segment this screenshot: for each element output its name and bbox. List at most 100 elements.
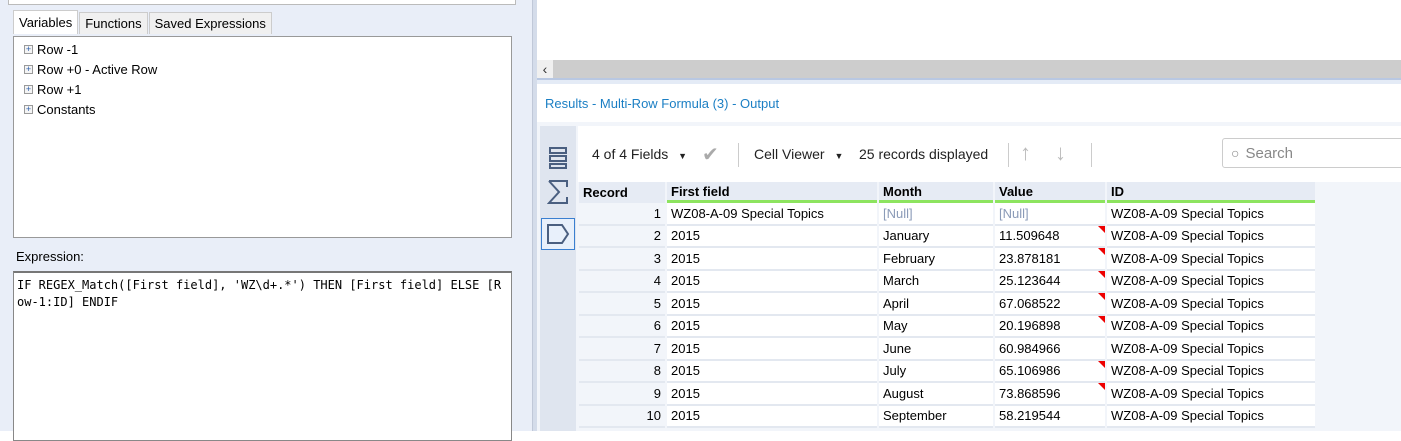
table-row[interactable]: 3 2015 February 23.878181 WZ08-A-09 Special … <box>579 248 1315 271</box>
tree-node-label: Row +1 <box>37 81 82 97</box>
cell-text: WZ08-A-09 Special Topics <box>1111 228 1264 244</box>
column-header-id[interactable]: ID <box>1107 182 1315 203</box>
record-cell[interactable]: 5 <box>579 293 665 316</box>
cell-text: April <box>883 295 910 311</box>
arrow-up-icon[interactable]: ↑ <box>1020 140 1031 166</box>
record-cell[interactable]: 3 <box>579 248 665 271</box>
first-field-cell[interactable]: 2015 <box>667 383 877 406</box>
month-cell[interactable]: February <box>879 248 993 271</box>
arrow-down-icon[interactable]: ↓ <box>1055 140 1066 166</box>
month-cell[interactable]: August <box>879 383 993 406</box>
tree-node-row-plus-1[interactable]: + Row +1 <box>24 79 81 99</box>
tab-variables[interactable]: Variables <box>13 10 79 34</box>
table-row[interactable]: 5 2015 April 67.068522 WZ08-A-09 Special Top… <box>579 293 1315 316</box>
column-header-first-field[interactable]: First field <box>667 182 877 203</box>
value-cell[interactable]: 25.123644 <box>995 270 1105 293</box>
month-cell[interactable]: June <box>879 338 993 361</box>
fields-dropdown[interactable]: 4 of 4 Fields ▼ <box>592 146 687 162</box>
tab-functions[interactable]: Functions <box>79 12 148 34</box>
id-cell[interactable]: WZ08-A-09 Special Topics <box>1107 315 1315 338</box>
id-cell[interactable]: WZ08-A-09 Special Topics <box>1107 203 1315 226</box>
checkmark-icon[interactable]: ✔ <box>702 142 719 167</box>
month-cell[interactable]: May <box>879 315 993 338</box>
table-row[interactable]: 4 2015 March 25.123644 WZ08-A-09 Special Top… <box>579 270 1315 293</box>
value-cell[interactable]: 60.984966 <box>995 338 1105 361</box>
list-view-icon[interactable] <box>541 142 575 174</box>
record-cell[interactable]: 10 <box>579 405 665 428</box>
value-cell[interactable]: 67.068522 <box>995 293 1105 316</box>
search-input[interactable]: ○ Search <box>1222 138 1401 168</box>
month-cell[interactable]: January <box>879 225 993 248</box>
tag-icon[interactable] <box>541 218 575 250</box>
value-cell[interactable]: [Null] <box>995 203 1105 226</box>
value-cell[interactable]: 65.106986 <box>995 360 1105 383</box>
record-cell[interactable]: 6 <box>579 315 665 338</box>
tree-node-row-minus-1[interactable]: + Row -1 <box>24 39 78 59</box>
first-field-cell[interactable]: 2015 <box>667 315 877 338</box>
record-cell[interactable]: 9 <box>579 383 665 406</box>
value-cell[interactable]: 73.868596 <box>995 383 1105 406</box>
id-cell[interactable]: WZ08-A-09 Special Topics <box>1107 360 1315 383</box>
record-cell[interactable]: 7 <box>579 338 665 361</box>
record-cell[interactable]: 4 <box>579 270 665 293</box>
cell-text: 4 <box>653 273 661 289</box>
cell-text: [Null] <box>999 205 1029 221</box>
expand-icon[interactable]: + <box>24 64 33 74</box>
column-header-record[interactable]: Record <box>579 182 665 203</box>
id-cell[interactable]: WZ08-A-09 Special Topics <box>1107 225 1315 248</box>
value-cell[interactable]: 20.196898 <box>995 315 1105 338</box>
tree-node-constants[interactable]: + Constants <box>24 99 96 119</box>
tree-node-active-row[interactable]: + Row +0 - Active Row <box>24 59 157 79</box>
cell-viewer-dropdown[interactable]: Cell Viewer ▼ <box>754 146 843 162</box>
cell-text: WZ08-A-09 Special Topics <box>671 205 824 221</box>
tab-saved-expressions[interactable]: Saved Expressions <box>148 12 272 34</box>
value-cell[interactable]: 58.219544 <box>995 405 1105 428</box>
first-field-cell[interactable]: WZ08-A-09 Special Topics <box>667 203 877 226</box>
scroll-left-icon[interactable]: ‹ <box>537 60 553 78</box>
record-cell[interactable]: 1 <box>579 203 665 226</box>
first-field-cell[interactable]: 2015 <box>667 405 877 428</box>
sigma-icon[interactable] <box>541 176 575 208</box>
horizontal-scrollbar[interactable]: ‹ <box>537 60 1401 78</box>
table-row[interactable]: 2 2015 January 11.509648 WZ08-A-09 Special T… <box>579 225 1315 248</box>
id-cell[interactable]: WZ08-A-09 Special Topics <box>1107 293 1315 316</box>
cell-text: WZ08-A-09 Special Topics <box>1111 385 1264 401</box>
cell-text: June <box>883 340 912 356</box>
first-field-cell[interactable]: 2015 <box>667 225 877 248</box>
month-cell[interactable]: April <box>879 293 993 316</box>
id-cell[interactable]: WZ08-A-09 Special Topics <box>1107 405 1315 428</box>
cell-text: 73.868596 <box>999 385 1061 401</box>
id-cell[interactable]: WZ08-A-09 Special Topics <box>1107 248 1315 271</box>
expand-icon[interactable]: + <box>24 104 33 114</box>
variables-tree: + Row -1 + Row +0 - Active Row + Row +1 + Co… <box>13 36 512 238</box>
table-row[interactable]: 1 WZ08-A-09 Special Topics [Null] [Null] WZ0… <box>579 203 1315 226</box>
id-cell[interactable]: WZ08-A-09 Special Topics <box>1107 338 1315 361</box>
table-row[interactable]: 9 2015 August 73.868596 WZ08-A-09 Special To… <box>579 383 1315 406</box>
table-row[interactable]: 8 2015 July 65.106986 WZ08-A-09 Special Topi… <box>579 360 1315 383</box>
value-cell[interactable]: 11.509648 <box>995 225 1105 248</box>
first-field-cell[interactable]: 2015 <box>667 270 877 293</box>
id-cell[interactable]: WZ08-A-09 Special Topics <box>1107 270 1315 293</box>
month-cell[interactable]: [Null] <box>879 203 993 226</box>
column-header-month[interactable]: Month <box>879 182 993 203</box>
month-cell[interactable]: September <box>879 405 993 428</box>
expression-textarea[interactable]: IF REGEX_Match([First field], 'WZ\d+.*')… <box>13 271 512 441</box>
column-header-value[interactable]: Value <box>995 182 1105 203</box>
table-row[interactable]: 10 2015 September 58.219544 WZ08-A-09 Specia… <box>579 405 1315 428</box>
table-row[interactable]: 7 2015 June 60.984966 WZ08-A-09 Special Topi… <box>579 338 1315 361</box>
first-field-cell[interactable]: 2015 <box>667 338 877 361</box>
first-field-cell[interactable]: 2015 <box>667 293 877 316</box>
results-divider <box>537 78 1401 84</box>
value-cell[interactable]: 23.878181 <box>995 248 1105 271</box>
top-input[interactable] <box>8 0 516 5</box>
expand-icon[interactable]: + <box>24 84 33 94</box>
month-cell[interactable]: July <box>879 360 993 383</box>
table-row[interactable]: 6 2015 May 20.196898 WZ08-A-09 Special Topic… <box>579 315 1315 338</box>
first-field-cell[interactable]: 2015 <box>667 248 877 271</box>
record-cell[interactable]: 8 <box>579 360 665 383</box>
month-cell[interactable]: March <box>879 270 993 293</box>
record-cell[interactable]: 2 <box>579 225 665 248</box>
id-cell[interactable]: WZ08-A-09 Special Topics <box>1107 383 1315 406</box>
first-field-cell[interactable]: 2015 <box>667 360 877 383</box>
expand-icon[interactable]: + <box>24 44 33 54</box>
